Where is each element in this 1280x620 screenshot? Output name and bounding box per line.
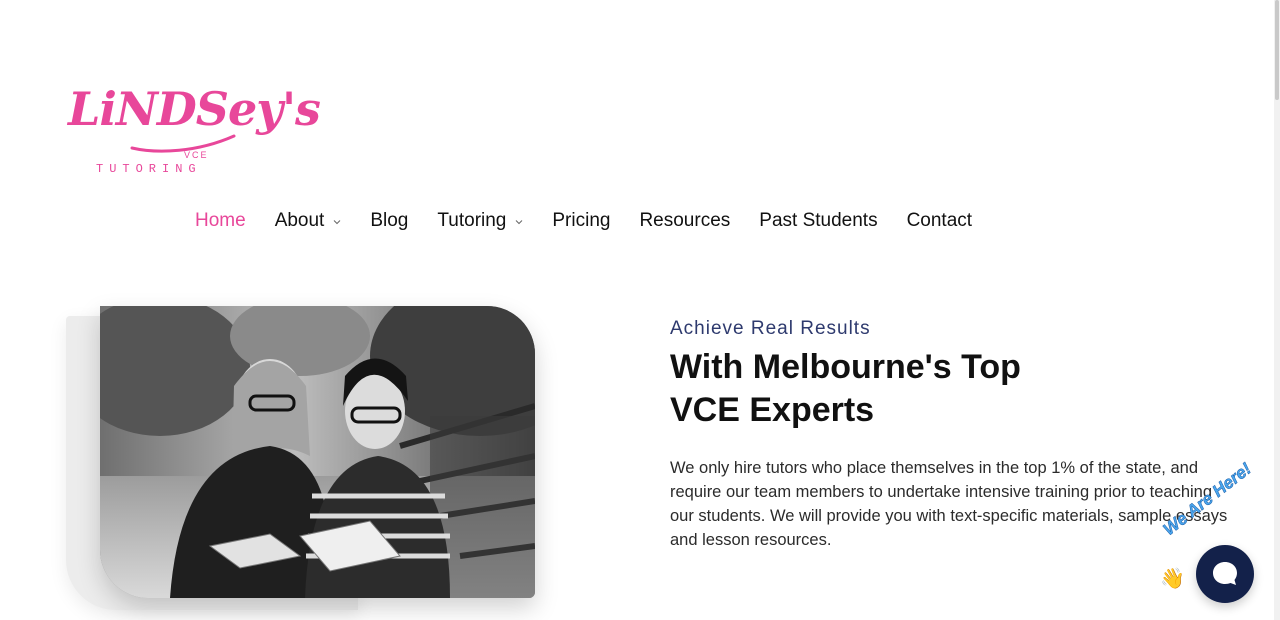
nav-item-label: Past Students <box>759 210 878 231</box>
nav-item-label: About <box>274 210 325 231</box>
chat-bubble-icon <box>1213 562 1237 585</box>
nav-item-past-students[interactable]: Past Students <box>759 210 877 232</box>
nav-item-pricing[interactable]: Pricing <box>552 210 610 232</box>
nav-item-tutoring[interactable]: Tutoring <box>437 210 523 232</box>
nav-item-about[interactable]: About <box>275 210 342 232</box>
logo-wordmark: LiNDSey's <box>68 82 321 136</box>
scrollbar-thumb[interactable] <box>1275 0 1279 100</box>
hero-eyebrow: Achieve Real Results <box>670 318 871 339</box>
logo-swoosh <box>130 134 236 153</box>
nav-item-label: Pricing <box>552 210 611 231</box>
site-logo[interactable]: LiNDSey's VCE TUTORING <box>66 80 321 180</box>
logo-tutoring-text: TUTORING <box>96 162 202 176</box>
students-reading-image <box>100 306 535 598</box>
hero-photo <box>100 306 535 598</box>
headline-line-1: With Melbourne's Top <box>670 348 1021 386</box>
waving-hand-icon: 👋 <box>1160 568 1185 590</box>
chevron-down-icon <box>333 220 341 225</box>
nav-item-label: Resources <box>639 210 731 231</box>
nav-item-home[interactable]: Home <box>195 210 246 232</box>
nav-item-contact[interactable]: Contact <box>907 210 972 232</box>
main-nav: Home About Blog Tutoring Pricing Resourc… <box>195 207 972 235</box>
hero-description: We only hire tutors who place themselves… <box>670 459 1228 549</box>
nav-item-label: Blog <box>370 210 409 231</box>
hero-headline: With Melbourne's Top VCE Experts <box>670 346 1190 432</box>
nav-item-label: Tutoring <box>437 210 507 231</box>
chat-open-button[interactable] <box>1196 545 1254 603</box>
logo-vce-text: VCE <box>184 150 209 160</box>
nav-item-blog[interactable]: Blog <box>370 210 408 232</box>
chevron-down-icon <box>516 220 523 225</box>
nav-item-resources[interactable]: Resources <box>639 210 730 232</box>
nav-item-label: Home <box>195 210 246 231</box>
nav-item-label: Contact <box>906 210 973 231</box>
headline-line-2: VCE Experts <box>670 391 875 429</box>
